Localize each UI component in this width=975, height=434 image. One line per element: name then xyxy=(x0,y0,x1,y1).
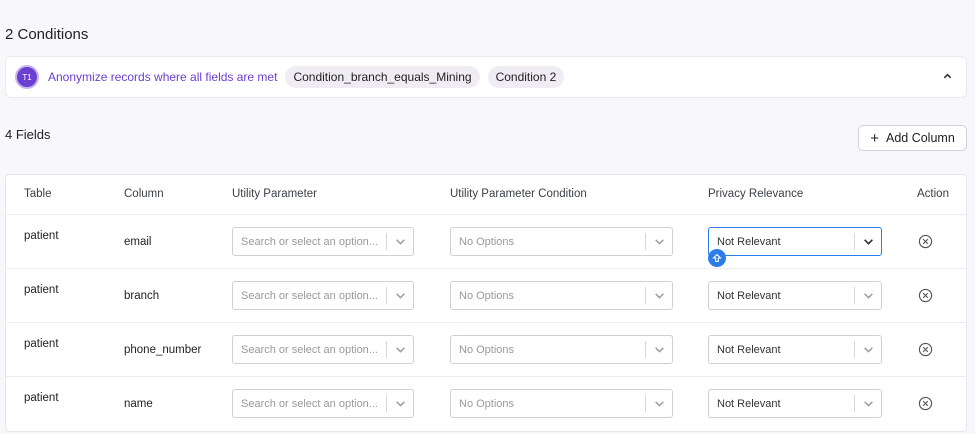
select-placeholder: Search or select an option... xyxy=(241,289,378,302)
chevron-down-icon[interactable] xyxy=(646,236,672,247)
conditions-panel[interactable]: T1 Anonymize records where all fields ar… xyxy=(5,56,967,98)
cell-column: name xyxy=(124,398,153,410)
utility-parameter-select[interactable]: Search or select an option... xyxy=(232,227,414,256)
privacy-relevance-select[interactable]: Not Relevant xyxy=(708,389,882,418)
cell-column: email xyxy=(124,236,152,248)
table-row: patient branch Search or select an optio… xyxy=(6,269,966,323)
utility-parameter-select[interactable]: Search or select an option... xyxy=(232,281,414,310)
cell-column: branch xyxy=(124,290,160,302)
condition-chip-2[interactable]: Condition 2 xyxy=(487,66,565,88)
table-header: Table Column Utility Parameter Utility P… xyxy=(6,175,966,215)
select-placeholder: Search or select an option... xyxy=(241,343,378,356)
select-value: Not Relevant xyxy=(717,397,781,410)
select-value: No Options xyxy=(459,343,515,356)
utility-condition-select[interactable]: No Options xyxy=(450,335,673,364)
header-column: Column xyxy=(124,188,164,200)
cell-table: patient xyxy=(24,230,59,242)
header-utility-parameter-condition: Utility Parameter Condition xyxy=(450,188,587,200)
header-table: Table xyxy=(24,188,52,200)
header-privacy-relevance: Privacy Relevance xyxy=(708,188,804,200)
cursor-assist-icon xyxy=(708,249,726,267)
condition-description: Anonymize records where all fields are m… xyxy=(48,70,278,84)
header-utility-parameter: Utility Parameter xyxy=(232,188,317,200)
remove-circle-icon[interactable] xyxy=(918,342,933,357)
remove-circle-icon[interactable] xyxy=(918,288,933,303)
chevron-down-icon[interactable] xyxy=(387,290,413,301)
remove-circle-icon[interactable] xyxy=(918,234,933,249)
chevron-down-icon[interactable] xyxy=(855,236,881,247)
chevron-down-icon[interactable] xyxy=(387,398,413,409)
chevron-down-icon[interactable] xyxy=(855,344,881,355)
chevron-down-icon[interactable] xyxy=(855,290,881,301)
select-value: No Options xyxy=(459,235,515,248)
cell-table: patient xyxy=(24,392,59,404)
privacy-relevance-select[interactable]: Not Relevant xyxy=(708,335,882,364)
table-row: patient email Search or select an option… xyxy=(6,215,966,269)
chevron-down-icon[interactable] xyxy=(646,290,672,301)
table-row: patient name Search or select an option.… xyxy=(6,377,966,431)
select-placeholder: Search or select an option... xyxy=(241,235,378,248)
condition-chip-1[interactable]: Condition_branch_equals_Mining xyxy=(285,66,480,88)
remove-circle-icon[interactable] xyxy=(918,396,933,411)
select-value: No Options xyxy=(459,289,515,302)
chevron-up-icon[interactable] xyxy=(940,69,954,83)
privacy-relevance-select[interactable]: Not Relevant xyxy=(708,281,882,310)
cell-table: patient xyxy=(24,284,59,296)
table-row: patient phone_number Search or select an… xyxy=(6,323,966,377)
utility-condition-select[interactable]: No Options xyxy=(450,227,673,256)
chevron-down-icon[interactable] xyxy=(646,344,672,355)
chevron-down-icon[interactable] xyxy=(646,398,672,409)
utility-parameter-select[interactable]: Search or select an option... xyxy=(232,335,414,364)
conditions-title: 2 Conditions xyxy=(5,26,89,43)
chevron-down-icon[interactable] xyxy=(855,398,881,409)
header-action: Action xyxy=(917,188,949,200)
fields-title: 4 Fields xyxy=(5,127,51,142)
chevron-down-icon[interactable] xyxy=(387,236,413,247)
select-placeholder: Search or select an option... xyxy=(241,397,378,410)
select-value: No Options xyxy=(459,397,515,410)
utility-condition-select[interactable]: No Options xyxy=(450,389,673,418)
condition-avatar: T1 xyxy=(15,65,39,89)
utility-parameter-select[interactable]: Search or select an option... xyxy=(232,389,414,418)
select-value: Not Relevant xyxy=(717,289,781,302)
cell-column: phone_number xyxy=(124,344,202,356)
select-value: Not Relevant xyxy=(717,343,781,356)
cell-table: patient xyxy=(24,338,59,350)
privacy-relevance-select[interactable]: Not Relevant xyxy=(708,227,882,256)
select-value: Not Relevant xyxy=(717,235,781,248)
add-column-button[interactable]: + Add Column xyxy=(858,125,967,151)
utility-condition-select[interactable]: No Options xyxy=(450,281,673,310)
add-column-label: Add Column xyxy=(885,131,955,145)
chevron-down-icon[interactable] xyxy=(387,344,413,355)
plus-icon: + xyxy=(870,129,879,147)
fields-table: Table Column Utility Parameter Utility P… xyxy=(5,174,967,432)
